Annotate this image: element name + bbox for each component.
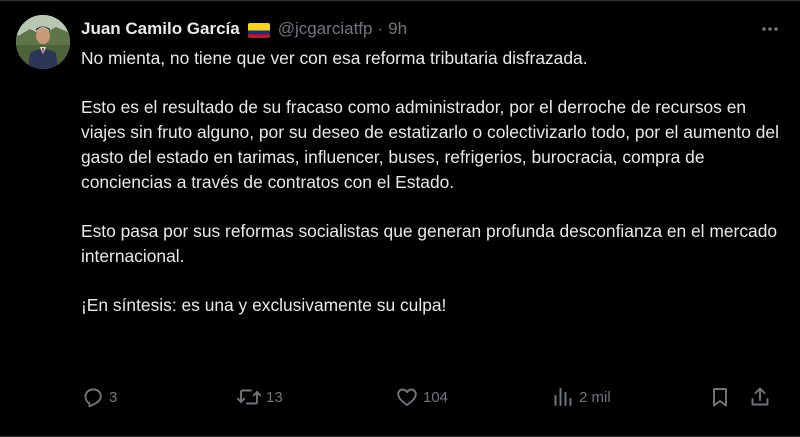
more-options-button[interactable] xyxy=(758,17,782,41)
avatar-image xyxy=(16,15,70,69)
tweet-text: No mienta, no tiene que ver con esa refo… xyxy=(81,46,786,318)
repost-count: 13 xyxy=(266,388,283,406)
views-icon xyxy=(554,388,572,406)
tweet-timestamp[interactable]: 9h xyxy=(388,19,407,39)
repost-icon xyxy=(236,389,262,405)
tweet-paragraph: Esto pasa por sus reformas socialistas q… xyxy=(81,221,778,266)
more-icon xyxy=(762,27,778,31)
author-handle[interactable]: @jcgarciatfp xyxy=(278,19,373,39)
views-count: 2 mil xyxy=(579,388,611,406)
tweet-header: Juan Camilo García @jcgarciatfp · 9h xyxy=(81,17,407,41)
colombia-flag-icon xyxy=(247,22,270,38)
reply-count: 3 xyxy=(109,388,118,406)
bookmark-icon xyxy=(713,388,727,407)
author-name[interactable]: Juan Camilo García xyxy=(81,19,240,39)
action-bar: 3 13 104 2 mil xyxy=(0,383,800,411)
reply-icon xyxy=(84,388,102,408)
like-button[interactable]: 104 xyxy=(395,383,448,411)
reply-button[interactable]: 3 xyxy=(81,383,117,411)
heart-icon xyxy=(397,388,417,406)
like-count: 104 xyxy=(423,388,449,406)
share-button[interactable] xyxy=(748,383,772,411)
tweet-paragraph: No mienta, no tiene que ver con esa refo… xyxy=(81,48,588,68)
bookmark-button[interactable] xyxy=(708,383,732,411)
separator-dot: · xyxy=(377,19,384,38)
repost-button[interactable]: 13 xyxy=(236,383,283,411)
views-button[interactable]: 2 mil xyxy=(551,383,611,411)
avatar[interactable] xyxy=(16,15,70,69)
share-icon xyxy=(751,387,769,406)
tweet-card[interactable]: Juan Camilo García @jcgarciatfp · 9h No … xyxy=(0,0,800,437)
tweet-paragraph: Esto es el resultado de su fracaso como … xyxy=(81,97,779,192)
tweet-paragraph: ¡En síntesis: es una y exclusivamente su… xyxy=(81,295,447,315)
